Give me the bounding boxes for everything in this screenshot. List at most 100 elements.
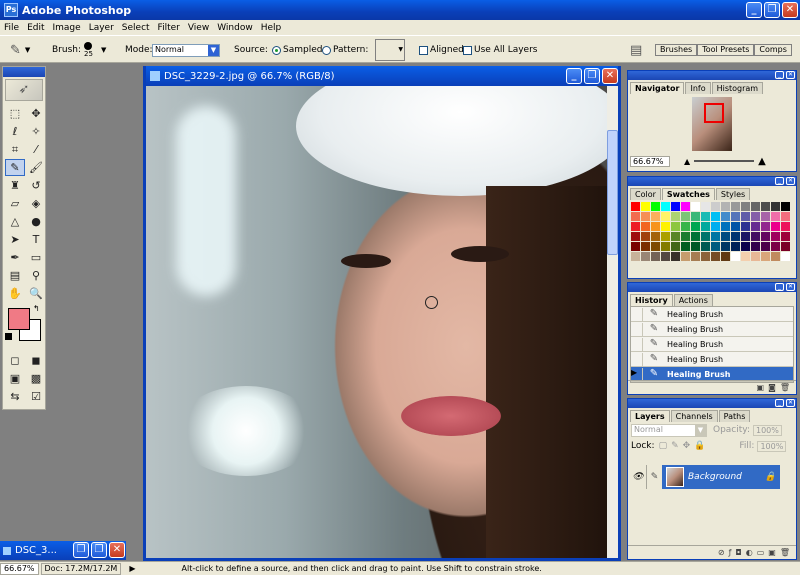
layer-row-background[interactable]: 👁 ✎ Background 🔒 bbox=[630, 465, 780, 489]
color-swatch[interactable] bbox=[741, 242, 750, 251]
color-swatch[interactable] bbox=[751, 222, 760, 231]
color-swatch[interactable] bbox=[741, 212, 750, 221]
imageready-icon[interactable]: ☑ bbox=[26, 388, 46, 405]
color-swatch[interactable] bbox=[691, 202, 700, 211]
zoom-out-icon[interactable]: ▲ bbox=[684, 157, 690, 166]
color-swatch[interactable] bbox=[731, 212, 740, 221]
status-zoom[interactable]: 66.67% bbox=[0, 562, 39, 575]
color-swatch[interactable] bbox=[641, 252, 650, 261]
color-swatch[interactable] bbox=[651, 202, 660, 211]
tab-paths[interactable]: Paths bbox=[718, 410, 751, 422]
restore-button[interactable]: ❐ bbox=[764, 2, 780, 18]
photo-canvas[interactable] bbox=[146, 86, 610, 558]
tab-layers[interactable]: Layers bbox=[630, 410, 670, 422]
document-title-bar[interactable]: DSC_3229-2.jpg @ 66.7% (RGB/8) bbox=[146, 66, 618, 86]
color-swatch[interactable] bbox=[701, 222, 710, 231]
file-browser-icon[interactable]: ▤ bbox=[630, 43, 642, 58]
color-swatch[interactable] bbox=[661, 212, 670, 221]
jump-to-imageready-icon[interactable]: ⇆ bbox=[5, 388, 25, 405]
color-swatch[interactable] bbox=[671, 202, 680, 211]
color-swatch[interactable] bbox=[711, 202, 720, 211]
color-swatch[interactable] bbox=[781, 212, 790, 221]
color-swatch[interactable] bbox=[681, 202, 690, 211]
color-swatch[interactable] bbox=[671, 242, 680, 251]
path-selection-tool-icon[interactable]: ➤ bbox=[5, 231, 25, 248]
color-swatch[interactable] bbox=[631, 232, 640, 241]
color-swatch[interactable] bbox=[641, 212, 650, 221]
color-swatch[interactable] bbox=[731, 222, 740, 231]
zoom-in-icon[interactable]: ▲ bbox=[758, 156, 766, 167]
menu-filter[interactable]: Filter bbox=[154, 23, 184, 33]
crop-tool-icon[interactable]: ⌗ bbox=[5, 141, 25, 158]
color-swatch[interactable] bbox=[641, 202, 650, 211]
color-swatch[interactable] bbox=[711, 252, 720, 261]
sampled-radio[interactable]: Sampled bbox=[272, 36, 322, 64]
color-swatch[interactable] bbox=[751, 232, 760, 241]
foreground-color-swatch[interactable] bbox=[8, 308, 30, 330]
color-swatch[interactable] bbox=[651, 232, 660, 241]
color-swatch[interactable] bbox=[661, 222, 670, 231]
color-swatch[interactable] bbox=[741, 202, 750, 211]
color-swatch[interactable] bbox=[751, 202, 760, 211]
color-swatch[interactable] bbox=[721, 232, 730, 241]
lock-transparency-icon[interactable]: ▢ bbox=[659, 441, 668, 451]
shape-tool-icon[interactable]: ▭ bbox=[26, 249, 46, 266]
color-swatch[interactable] bbox=[651, 222, 660, 231]
color-swatch[interactable] bbox=[691, 212, 700, 221]
tool-preset-picker[interactable]: ✎ ▼ bbox=[10, 36, 30, 64]
color-swatch[interactable] bbox=[641, 242, 650, 251]
link-layers-icon[interactable]: ⊘ bbox=[718, 548, 725, 557]
clone-stamp-tool-icon[interactable]: ♜ bbox=[5, 177, 25, 194]
pattern-radio[interactable]: Pattern: bbox=[322, 36, 368, 64]
zoom-slider[interactable] bbox=[694, 160, 755, 162]
type-tool-icon[interactable]: T bbox=[26, 231, 46, 248]
history-brush-tool-icon[interactable]: ↺ bbox=[26, 177, 46, 194]
use-all-layers-checkbox[interactable]: Use All Layers bbox=[463, 36, 537, 64]
color-swatch[interactable] bbox=[701, 252, 710, 261]
brush-link-icon[interactable]: ✎ bbox=[646, 465, 662, 489]
eyedropper-tool-icon[interactable]: ⚲ bbox=[26, 267, 46, 284]
lasso-tool-icon[interactable]: ℓ bbox=[5, 123, 25, 140]
color-swatch[interactable] bbox=[661, 202, 670, 211]
new-snapshot-icon[interactable]: ◙ bbox=[768, 383, 776, 392]
minimize-button[interactable]: _ bbox=[746, 2, 762, 18]
tab-histogram[interactable]: Histogram bbox=[711, 82, 764, 94]
dodge-tool-icon[interactable]: ● bbox=[26, 213, 46, 230]
color-swatch[interactable] bbox=[771, 222, 780, 231]
mini-maximize-button[interactable]: ❐ bbox=[91, 542, 107, 558]
history-item[interactable]: ✎ Healing Brush bbox=[631, 307, 793, 322]
eraser-tool-icon[interactable]: ▱ bbox=[5, 195, 25, 212]
color-swatch[interactable] bbox=[691, 232, 700, 241]
panel-title-bar[interactable]: _ ✕ bbox=[628, 71, 796, 80]
panel-close-button[interactable]: ✕ bbox=[786, 283, 795, 291]
close-button[interactable]: ✕ bbox=[782, 2, 798, 18]
color-swatch[interactable] bbox=[761, 202, 770, 211]
pattern-picker[interactable]: ▼ bbox=[375, 39, 405, 61]
history-item[interactable]: ✎ Healing Brush bbox=[631, 352, 793, 367]
color-swatch[interactable] bbox=[771, 232, 780, 241]
color-swatch[interactable] bbox=[761, 252, 770, 261]
status-arrow-icon[interactable]: ▶ bbox=[129, 564, 135, 573]
color-swatch[interactable] bbox=[671, 252, 680, 261]
tab-actions[interactable]: Actions bbox=[673, 294, 713, 306]
toolbox-grip[interactable] bbox=[3, 67, 45, 77]
color-swatch[interactable] bbox=[671, 212, 680, 221]
tab-info[interactable]: Info bbox=[685, 82, 711, 94]
color-swatch[interactable] bbox=[661, 242, 670, 251]
app-title-bar[interactable]: Ps Adobe Photoshop _ ❐ ✕ bbox=[0, 0, 800, 20]
color-swatch[interactable] bbox=[631, 242, 640, 251]
color-swatch[interactable] bbox=[731, 242, 740, 251]
color-swatch[interactable] bbox=[651, 252, 660, 261]
document-window[interactable]: DSC_3229-2.jpg @ 66.7% (RGB/8) _ ❐ ✕ bbox=[143, 66, 621, 561]
navigator-zoom-value[interactable]: 66.67% bbox=[630, 155, 670, 167]
brushes-tab[interactable]: Brushes bbox=[655, 44, 698, 56]
color-swatch[interactable] bbox=[691, 242, 700, 251]
color-swatch[interactable] bbox=[731, 232, 740, 241]
layer-style-icon[interactable]: ƒ bbox=[729, 548, 732, 557]
new-fill-layer-icon[interactable]: ◐ bbox=[746, 548, 753, 557]
color-swatch[interactable] bbox=[741, 252, 750, 261]
navigator-view-box[interactable] bbox=[704, 103, 724, 123]
color-swatch[interactable] bbox=[781, 232, 790, 241]
panel-close-button[interactable]: ✕ bbox=[786, 177, 795, 185]
standard-screen-mode-icon[interactable]: ▣ bbox=[5, 370, 25, 387]
